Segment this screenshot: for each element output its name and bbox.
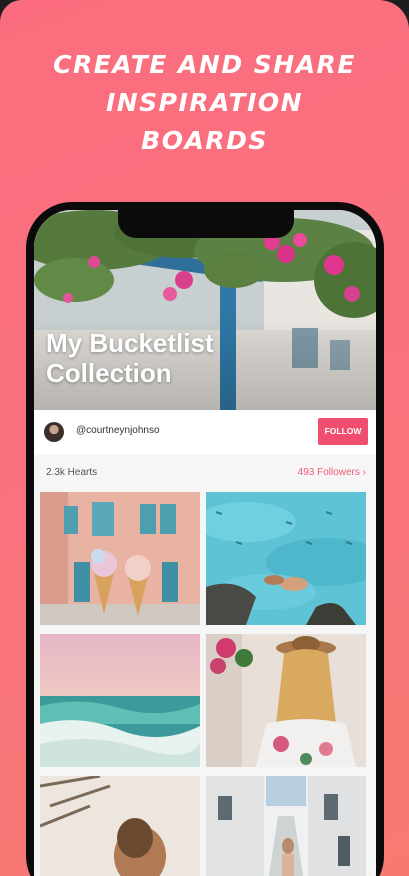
board-hero-image: My Bucketlist Collection	[34, 210, 376, 410]
followers-link[interactable]: 493 Followers ›	[298, 467, 366, 478]
board-title-line-1: My Bucketlist	[46, 328, 214, 358]
follow-button[interactable]: FOLLOW	[318, 418, 368, 445]
user-bar: @courtneynjohnso FOLLOW	[34, 410, 376, 454]
promo-banner: CREATE AND SHARE INSPIRATION BOARDS My B…	[0, 0, 409, 876]
photo-tile-white-alley[interactable]	[206, 776, 366, 876]
board-title: My Bucketlist Collection	[46, 328, 214, 388]
photo-tile-woman-sand[interactable]	[40, 776, 200, 876]
headline-line-3: BOARDS	[141, 126, 268, 155]
hearts-count: 2.3k Hearts	[46, 467, 98, 478]
headline-line-2: INSPIRATION	[105, 88, 304, 117]
phone-notch	[118, 210, 294, 238]
headline-line-1: CREATE AND SHARE	[53, 50, 356, 79]
photo-tile-woman-hat[interactable]	[206, 634, 366, 767]
photo-tile-pink-building[interactable]	[40, 492, 200, 625]
phone-screen: My Bucketlist Collection @courtneynjohns…	[34, 210, 376, 876]
photo-tile-turquoise-water[interactable]	[206, 492, 366, 625]
phone-frame: My Bucketlist Collection @courtneynjohns…	[26, 202, 384, 876]
board-title-line-2: Collection	[46, 358, 172, 388]
photo-grid	[34, 492, 376, 876]
username[interactable]: @courtneynjohnso	[76, 425, 160, 436]
promo-headline: CREATE AND SHARE INSPIRATION BOARDS	[0, 46, 409, 160]
photo-tile-ocean-waves[interactable]	[40, 634, 200, 767]
stats-row: 2.3k Hearts 493 Followers ›	[34, 454, 376, 492]
avatar[interactable]	[44, 422, 64, 442]
